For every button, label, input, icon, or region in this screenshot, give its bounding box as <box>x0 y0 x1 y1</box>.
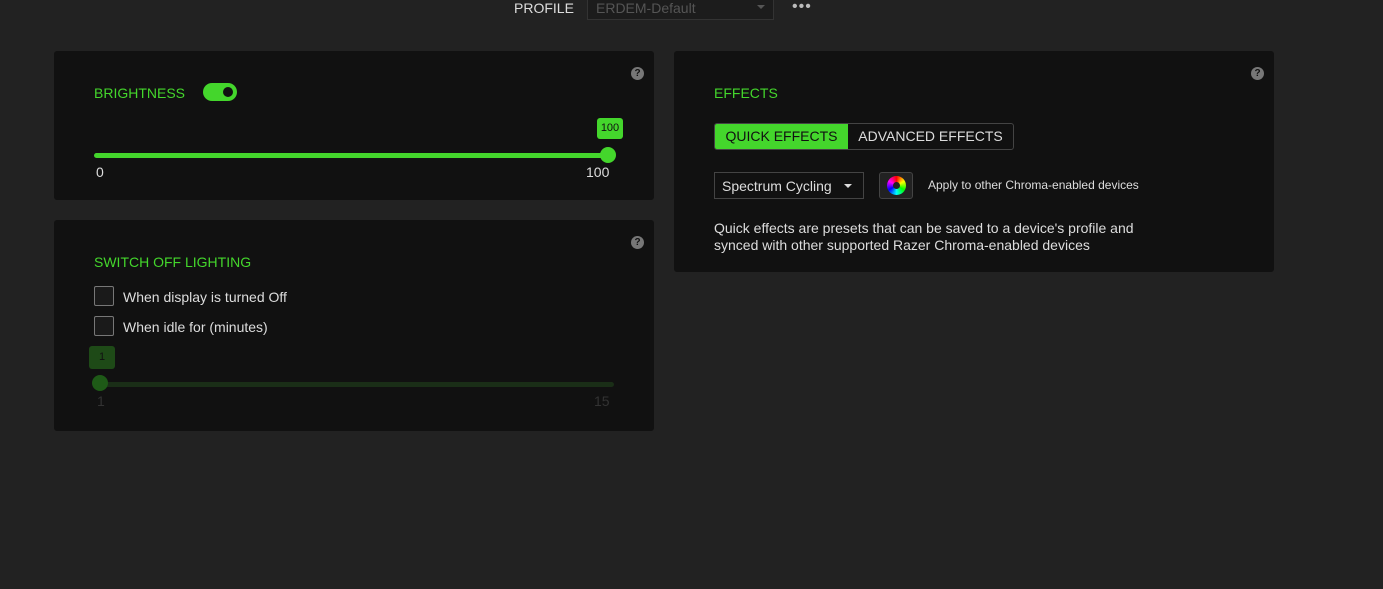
idle-slider-track[interactable] <box>94 382 614 387</box>
profile-label: PROFILE <box>514 0 574 16</box>
tab-quick-effects[interactable]: QUICK EFFECTS <box>715 124 848 149</box>
chevron-down-icon <box>844 184 852 188</box>
effects-tabs: QUICK EFFECTS ADVANCED EFFECTS <box>714 123 1014 150</box>
profile-select[interactable]: ERDEM-Default <box>587 0 774 20</box>
brightness-toggle[interactable] <box>203 83 237 101</box>
brightness-value-tooltip: 100 <box>597 118 623 139</box>
profile-select-value: ERDEM-Default <box>596 0 696 16</box>
help-icon[interactable]: ? <box>1251 67 1264 80</box>
effects-panel: ? EFFECTS QUICK EFFECTS ADVANCED EFFECTS… <box>674 51 1274 272</box>
chevron-down-icon <box>757 5 765 9</box>
more-options-icon[interactable]: ••• <box>792 0 812 16</box>
chroma-apply-button[interactable] <box>879 172 913 199</box>
idle-min: 1 <box>97 393 105 409</box>
idle-max: 15 <box>594 393 610 409</box>
chroma-wheel-icon <box>887 176 906 195</box>
effects-description-line2: synced with other supported Razer Chroma… <box>714 237 1090 253</box>
brightness-slider-track[interactable] <box>94 153 608 158</box>
switch-off-title: SWITCH OFF LIGHTING <box>94 254 252 270</box>
help-icon[interactable]: ? <box>631 236 644 249</box>
brightness-title: BRIGHTNESS <box>94 85 186 101</box>
help-icon[interactable]: ? <box>631 67 644 80</box>
idle-slider-thumb[interactable] <box>92 375 108 391</box>
display-off-checkbox[interactable] <box>94 286 114 306</box>
effects-description-line1: Quick effects are presets that can be sa… <box>714 220 1134 236</box>
brightness-slider-thumb[interactable] <box>600 147 616 163</box>
switch-off-panel: ? SWITCH OFF LIGHTING When display is tu… <box>54 220 654 431</box>
idle-value-tooltip: 1 <box>89 346 115 369</box>
display-off-label: When display is turned Off <box>123 289 287 305</box>
brightness-min: 0 <box>96 164 104 180</box>
brightness-panel: ? BRIGHTNESS 100 0 100 <box>54 51 654 200</box>
effect-select-value: Spectrum Cycling <box>722 178 832 194</box>
effect-select[interactable]: Spectrum Cycling <box>714 172 864 199</box>
idle-checkbox[interactable] <box>94 316 114 336</box>
brightness-max: 100 <box>586 164 610 180</box>
idle-label: When idle for (minutes) <box>123 319 268 335</box>
apply-label: Apply to other Chroma-enabled devices <box>928 178 1139 192</box>
effects-title: EFFECTS <box>714 85 778 101</box>
tab-advanced-effects[interactable]: ADVANCED EFFECTS <box>848 124 1013 149</box>
